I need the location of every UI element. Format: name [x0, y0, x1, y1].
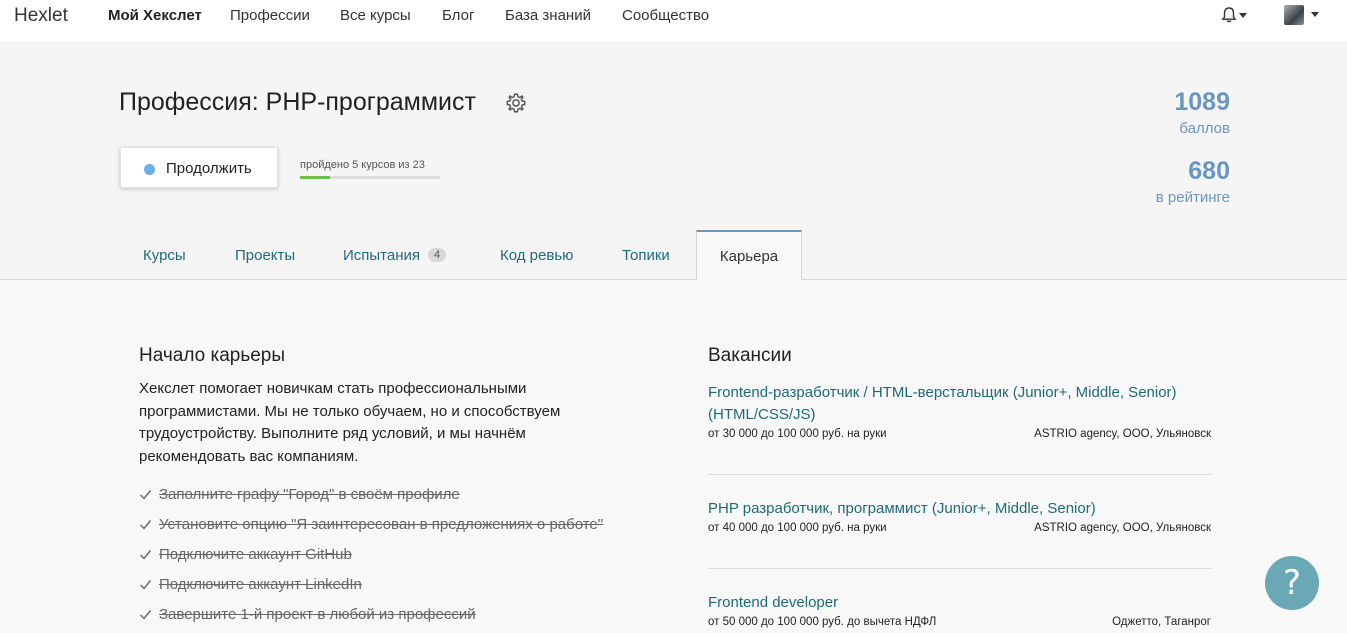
tab-challenges[interactable]: Испытания 4: [343, 247, 447, 264]
vacancy-title-link[interactable]: Frontend developer: [708, 592, 1211, 614]
vacancy-salary: от 40 000 до 100 000 руб. на руки: [708, 522, 887, 534]
rating-value: 680: [1188, 157, 1230, 185]
nav-all-courses[interactable]: Все курсы: [340, 7, 411, 24]
vacancy-divider: [708, 568, 1211, 569]
career-description: Хекслет помогает новичкам стать професси…: [139, 380, 561, 465]
points-label: баллов: [1179, 120, 1230, 137]
nav-knowledge-base[interactable]: База знаний: [505, 7, 591, 24]
checklist-item-text: Заполните графу "Город" в своём профиле: [159, 486, 460, 503]
check-icon: [140, 490, 152, 500]
checklist-item-text: Подключите аккаунт GitHub: [159, 546, 352, 563]
check-icon: [140, 520, 152, 530]
tab-topics[interactable]: Топики: [622, 247, 670, 264]
tab-code-review[interactable]: Код ревью: [500, 247, 573, 264]
tab-courses[interactable]: Курсы: [143, 247, 186, 264]
page-title: Профессия: PHP-программист: [119, 88, 476, 116]
progress-bar-fill: [300, 176, 331, 179]
bell-icon: [1221, 7, 1237, 23]
nav-blog[interactable]: Блог: [442, 7, 474, 24]
challenges-count-badge: 4: [428, 248, 447, 262]
vacancy-title-link[interactable]: PHP разработчик, программист (Junior+, M…: [708, 498, 1211, 520]
points-value: 1089: [1174, 88, 1230, 116]
tab-career-label: Карьера: [719, 248, 779, 265]
career-title: Начало карьеры: [139, 345, 286, 366]
checklist-item-text: Завершите 1-й проект в любой из професси…: [159, 606, 476, 623]
continue-button[interactable]: Продолжить: [120, 147, 278, 188]
progress-bar: [300, 176, 440, 179]
continue-label: Продолжить: [166, 160, 252, 177]
vacancy-company: ASTRIO agency, ООО, Ульяновск: [1034, 428, 1211, 440]
vacancy-company: Оджетто, Таганрог: [1112, 616, 1211, 628]
tabs-divider: [0, 279, 1347, 280]
check-icon: [140, 610, 152, 620]
help-button[interactable]: ?: [1265, 556, 1319, 610]
nav-community[interactable]: Сообщество: [622, 7, 709, 24]
vacancy-divider: [708, 474, 1211, 475]
check-icon: [140, 550, 152, 560]
top-navbar: Hexlet Мой Хекслет Профессии Все курсы Б…: [0, 0, 1347, 41]
vacancy-title-link[interactable]: Frontend-разработчик / HTML-верстальщик …: [708, 382, 1211, 426]
check-icon: [140, 580, 152, 590]
rating-label: в рейтинге: [1155, 189, 1230, 206]
tab-challenges-label: Испытания: [343, 247, 421, 264]
status-dot: [144, 164, 155, 175]
notifications-button[interactable]: [1220, 6, 1248, 26]
chevron-down-icon: [1311, 12, 1319, 17]
logo[interactable]: Hexlet: [14, 5, 68, 27]
checklist-item-text: Подключите аккаунт LinkedIn: [159, 576, 362, 593]
progress-text: пройдено 5 курсов из 23: [300, 159, 425, 171]
nav-professions[interactable]: Профессии: [230, 7, 310, 24]
checklist-item-text: Установите опцию "Я заинтересован в пред…: [159, 516, 604, 533]
chevron-down-icon: [1239, 13, 1247, 18]
vacancies-title: Вакансии: [708, 345, 792, 366]
user-menu[interactable]: [1284, 5, 1324, 27]
tab-projects[interactable]: Проекты: [235, 247, 295, 264]
avatar: [1284, 5, 1304, 25]
vacancy-company: ASTRIO agency, ООО, Ульяновск: [1034, 522, 1211, 534]
tab-career[interactable]: Карьера: [696, 230, 802, 280]
nav-my-hexlet[interactable]: Мой Хекслет: [108, 7, 202, 24]
vacancy-salary: от 30 000 до 100 000 руб. на руки: [708, 428, 887, 440]
gear-icon[interactable]: [505, 92, 527, 114]
vacancy-salary: от 50 000 до 100 000 руб. до вычета НДФЛ: [708, 616, 937, 628]
